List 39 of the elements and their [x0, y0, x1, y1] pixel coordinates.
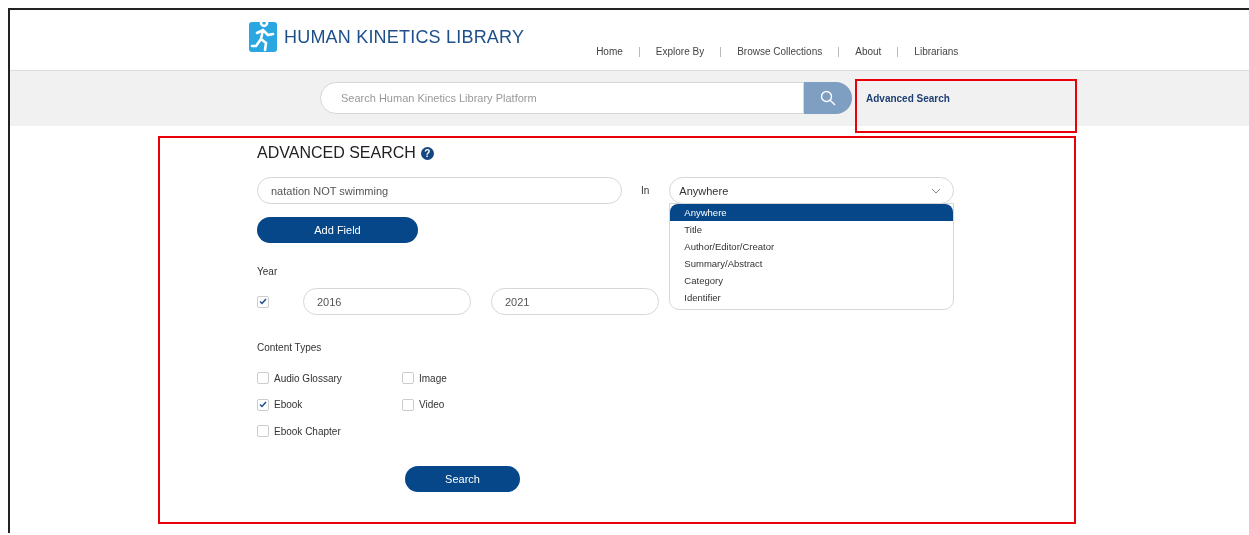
content-type-label: Ebook [274, 399, 303, 411]
checkbox[interactable] [402, 372, 414, 385]
year-from-field[interactable]: 2016 [303, 288, 471, 315]
runner-logo-icon [248, 21, 278, 53]
dropdown-option[interactable]: Category [670, 272, 954, 289]
dropdown-option[interactable]: Title [670, 221, 954, 238]
nav-link[interactable]: Browse Collections [737, 46, 823, 57]
dropdown-option[interactable]: Anywhere [670, 204, 954, 221]
nav-link[interactable]: Home [596, 46, 623, 57]
dropdown-option[interactable]: Author/Editor/Creator [670, 238, 954, 255]
checkbox[interactable] [257, 372, 269, 385]
nav-link[interactable]: Explore By [655, 46, 705, 57]
query-field[interactable]: natation NOT swimming [257, 177, 622, 204]
site-name: HUMAN KINETICS LIBRARY [284, 26, 525, 48]
search-icon [820, 89, 836, 106]
dropdown-option[interactable]: Summary/Abstract [670, 255, 954, 272]
content-types-label: Content Types [257, 342, 322, 353]
advanced-search-link[interactable]: Advanced Search [866, 93, 950, 104]
checkbox[interactable] [257, 425, 269, 438]
checkbox[interactable] [257, 295, 269, 308]
search-submit-button[interactable]: Search [405, 465, 520, 492]
add-field-button[interactable]: Add Field [257, 217, 418, 243]
in-label: In [641, 185, 650, 196]
form-title: ADVANCED SEARCH [257, 144, 416, 162]
content-type-label: Ebook Chapter [274, 425, 341, 437]
year-to-field[interactable]: 2021 [491, 288, 659, 315]
year-label: Year [257, 266, 278, 277]
search-field[interactable]: Search Human Kinetics Library Platform [320, 81, 804, 114]
content-type-label: Image [419, 372, 447, 384]
content-type-label: Video [419, 399, 445, 411]
content-type-label: Audio Glossary [274, 372, 342, 384]
checkbox[interactable] [402, 398, 414, 411]
nav-link[interactable]: About [855, 46, 882, 57]
checkbox[interactable] [257, 398, 269, 411]
help-icon[interactable]: ? [420, 146, 434, 160]
search-button[interactable] [804, 81, 852, 114]
dropdown-option[interactable]: Identifier [670, 289, 954, 306]
chevron-down-icon [931, 187, 942, 194]
nav-link[interactable]: Librarians [914, 46, 959, 57]
